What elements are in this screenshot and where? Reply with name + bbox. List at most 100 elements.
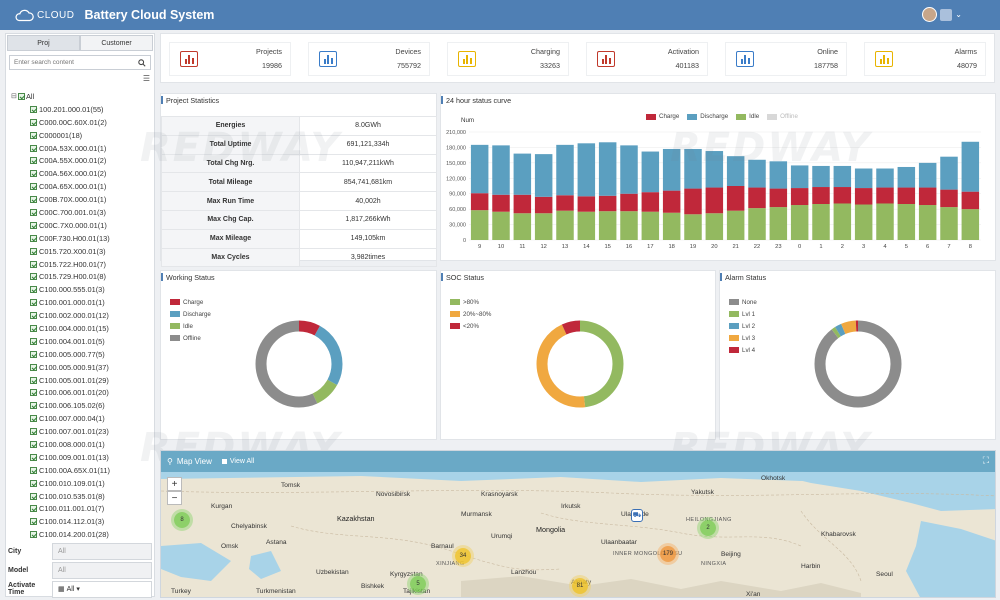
bar-idle[interactable] bbox=[897, 204, 916, 240]
stat-card[interactable]: Activation 401183 bbox=[586, 42, 708, 76]
checkbox[interactable] bbox=[30, 376, 37, 384]
tree-item[interactable]: C100.00A.65X.01(11) bbox=[11, 464, 154, 477]
bar-charge[interactable] bbox=[598, 195, 617, 212]
activate-time-select[interactable]: ▦ All ▾ bbox=[52, 580, 152, 598]
bar-discharge[interactable] bbox=[940, 156, 958, 190]
tree-item[interactable]: C100.002.000.01(12) bbox=[11, 309, 154, 322]
user-menu[interactable]: ⌄ bbox=[922, 7, 962, 22]
bar-charge[interactable] bbox=[854, 188, 873, 205]
bar-discharge[interactable] bbox=[641, 151, 660, 193]
checkbox[interactable] bbox=[30, 234, 37, 242]
checkbox[interactable] bbox=[30, 492, 37, 500]
checkbox[interactable] bbox=[30, 312, 37, 320]
tree-item[interactable]: C000001(18) bbox=[11, 129, 154, 142]
bar-charge[interactable] bbox=[769, 188, 788, 208]
stat-card[interactable]: Projects 19986 bbox=[169, 42, 291, 76]
bar-charge[interactable] bbox=[620, 193, 638, 212]
map-cluster[interactable]: 2 bbox=[700, 520, 716, 536]
bar-discharge[interactable] bbox=[620, 145, 638, 194]
checkbox[interactable] bbox=[30, 389, 37, 397]
tree-item[interactable]: 100.201.000.01(55) bbox=[11, 103, 154, 116]
map-cluster[interactable]: 179 bbox=[660, 546, 676, 562]
bar-discharge[interactable] bbox=[812, 165, 830, 188]
tree-item[interactable]: C015.729.H00.01(8) bbox=[11, 270, 154, 283]
tree-item[interactable]: C100.005.000.91(37) bbox=[11, 361, 154, 374]
tree-item[interactable]: C100.005.001.01(29) bbox=[11, 374, 154, 387]
checkbox[interactable] bbox=[30, 183, 37, 191]
tab-proj[interactable]: Proj bbox=[7, 35, 80, 51]
bar-discharge[interactable] bbox=[876, 168, 894, 188]
bar-idle[interactable] bbox=[726, 210, 745, 240]
bar-discharge[interactable] bbox=[769, 161, 788, 189]
avatar[interactable] bbox=[922, 7, 938, 22]
bar-idle[interactable] bbox=[577, 211, 596, 240]
bar-discharge[interactable] bbox=[748, 159, 766, 188]
tree-root[interactable]: ⊟ All bbox=[11, 90, 154, 103]
stat-card[interactable]: Charging 33263 bbox=[447, 42, 569, 76]
view-all-toggle[interactable]: View All bbox=[221, 458, 254, 465]
bar-idle[interactable] bbox=[684, 214, 702, 240]
bar-charge[interactable] bbox=[897, 187, 916, 204]
checkbox[interactable] bbox=[30, 170, 37, 178]
checkbox[interactable] bbox=[30, 221, 37, 229]
checkbox[interactable] bbox=[30, 299, 37, 307]
tree-item[interactable]: C100.004.000.01(15) bbox=[11, 322, 154, 335]
map-cluster[interactable]: 5 bbox=[410, 576, 426, 592]
tree-item[interactable]: C100.010.535.01(8) bbox=[11, 490, 154, 503]
tree-item[interactable]: C00F.730.H00.01(13) bbox=[11, 232, 154, 245]
bar-charge[interactable] bbox=[662, 190, 681, 213]
bar-charge[interactable] bbox=[556, 195, 574, 211]
bar-charge[interactable] bbox=[534, 196, 553, 214]
checkbox[interactable] bbox=[30, 157, 37, 165]
bar-idle[interactable] bbox=[769, 207, 788, 240]
bar-idle[interactable] bbox=[556, 210, 574, 240]
checkbox[interactable] bbox=[30, 402, 37, 410]
bar-idle[interactable] bbox=[854, 204, 873, 240]
tree-item[interactable]: C100.010.109.01(1) bbox=[11, 477, 154, 490]
bar-charge[interactable] bbox=[918, 187, 937, 206]
bar-idle[interactable] bbox=[470, 210, 489, 240]
bar-idle[interactable] bbox=[812, 204, 830, 240]
tree-item[interactable]: C00A.56X.000.01(2) bbox=[11, 167, 154, 180]
bar-discharge[interactable] bbox=[833, 165, 852, 188]
checkbox[interactable] bbox=[18, 92, 25, 100]
checkbox[interactable] bbox=[30, 208, 37, 216]
bus-icon[interactable]: ⛟ bbox=[631, 509, 643, 522]
checkbox[interactable] bbox=[30, 118, 37, 126]
tree-item[interactable]: C100.006.001.01(20) bbox=[11, 386, 154, 399]
bar-discharge[interactable] bbox=[790, 165, 809, 189]
bar-charge[interactable] bbox=[876, 187, 894, 204]
bar-charge[interactable] bbox=[513, 194, 532, 214]
checkbox[interactable] bbox=[30, 518, 37, 526]
search-input[interactable] bbox=[14, 59, 138, 66]
bar-discharge[interactable] bbox=[492, 145, 510, 195]
bar-charge[interactable] bbox=[470, 193, 489, 211]
checkbox[interactable] bbox=[30, 144, 37, 152]
checkbox[interactable] bbox=[30, 350, 37, 358]
search-icon[interactable] bbox=[138, 58, 146, 67]
tree-item[interactable]: C00B.70X.000.01(1) bbox=[11, 193, 154, 206]
bar-charge[interactable] bbox=[790, 188, 809, 206]
tree-item[interactable]: C015.722.H00.01(7) bbox=[11, 258, 154, 271]
city-select[interactable]: All bbox=[52, 542, 152, 560]
bar-discharge[interactable] bbox=[556, 144, 574, 196]
checkbox[interactable] bbox=[30, 196, 37, 204]
bar-discharge[interactable] bbox=[534, 154, 553, 197]
checkbox[interactable] bbox=[30, 260, 37, 268]
bar-charge[interactable] bbox=[577, 196, 596, 212]
checkbox[interactable] bbox=[30, 531, 37, 539]
logo[interactable]: CLOUD bbox=[14, 9, 75, 22]
stat-card[interactable]: Online 187758 bbox=[725, 42, 847, 76]
tree-item[interactable]: C100.014.112.01(3) bbox=[11, 515, 154, 528]
bar-discharge[interactable] bbox=[726, 156, 745, 186]
bar-idle[interactable] bbox=[492, 211, 510, 240]
chevron-down-icon[interactable]: ⌄ bbox=[955, 10, 962, 19]
checkbox[interactable] bbox=[30, 428, 37, 436]
map-cluster[interactable]: 8 bbox=[174, 512, 190, 528]
checkbox[interactable] bbox=[30, 105, 37, 113]
tree-item[interactable]: C100.005.000.77(5) bbox=[11, 348, 154, 361]
tree-item[interactable]: C100.007.000.04(1) bbox=[11, 412, 154, 425]
checkbox[interactable] bbox=[30, 324, 37, 332]
checkbox[interactable] bbox=[30, 440, 37, 448]
bar-discharge[interactable] bbox=[577, 143, 596, 197]
